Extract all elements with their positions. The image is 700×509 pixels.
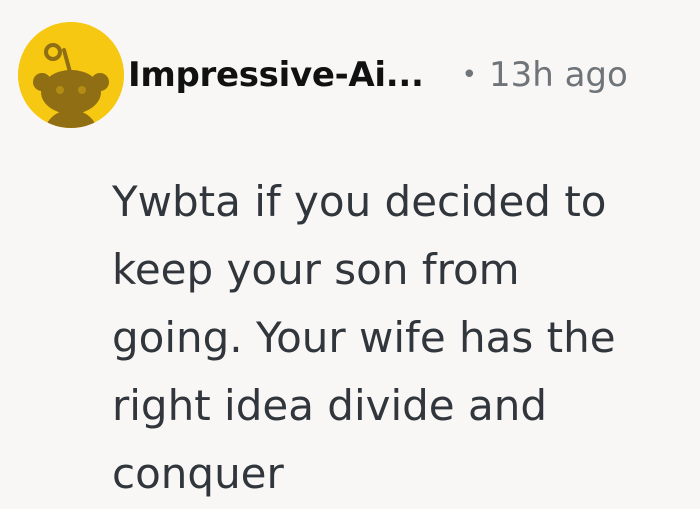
comment-body-line: keep your son from xyxy=(112,245,520,294)
comment-body: Ywbta if you decided to keep your son fr… xyxy=(112,168,672,508)
comment-body-line: conquer xyxy=(112,449,284,498)
comment-body-line: right idea divide and xyxy=(112,381,548,430)
comment-body-line: going. Your wife has the xyxy=(112,313,616,362)
comment-header: Impressive-Ai... • 13h ago xyxy=(18,22,628,128)
snoo-avatar-icon[interactable] xyxy=(18,22,124,128)
author-username[interactable]: Impressive-Ai... xyxy=(128,55,424,95)
comment-timestamp: 13h ago xyxy=(488,55,628,95)
separator-dot: • xyxy=(461,60,477,90)
comment-card: Impressive-Ai... • 13h ago Ywbta if you … xyxy=(0,0,700,509)
comment-body-line: Ywbta if you decided to xyxy=(112,177,607,226)
